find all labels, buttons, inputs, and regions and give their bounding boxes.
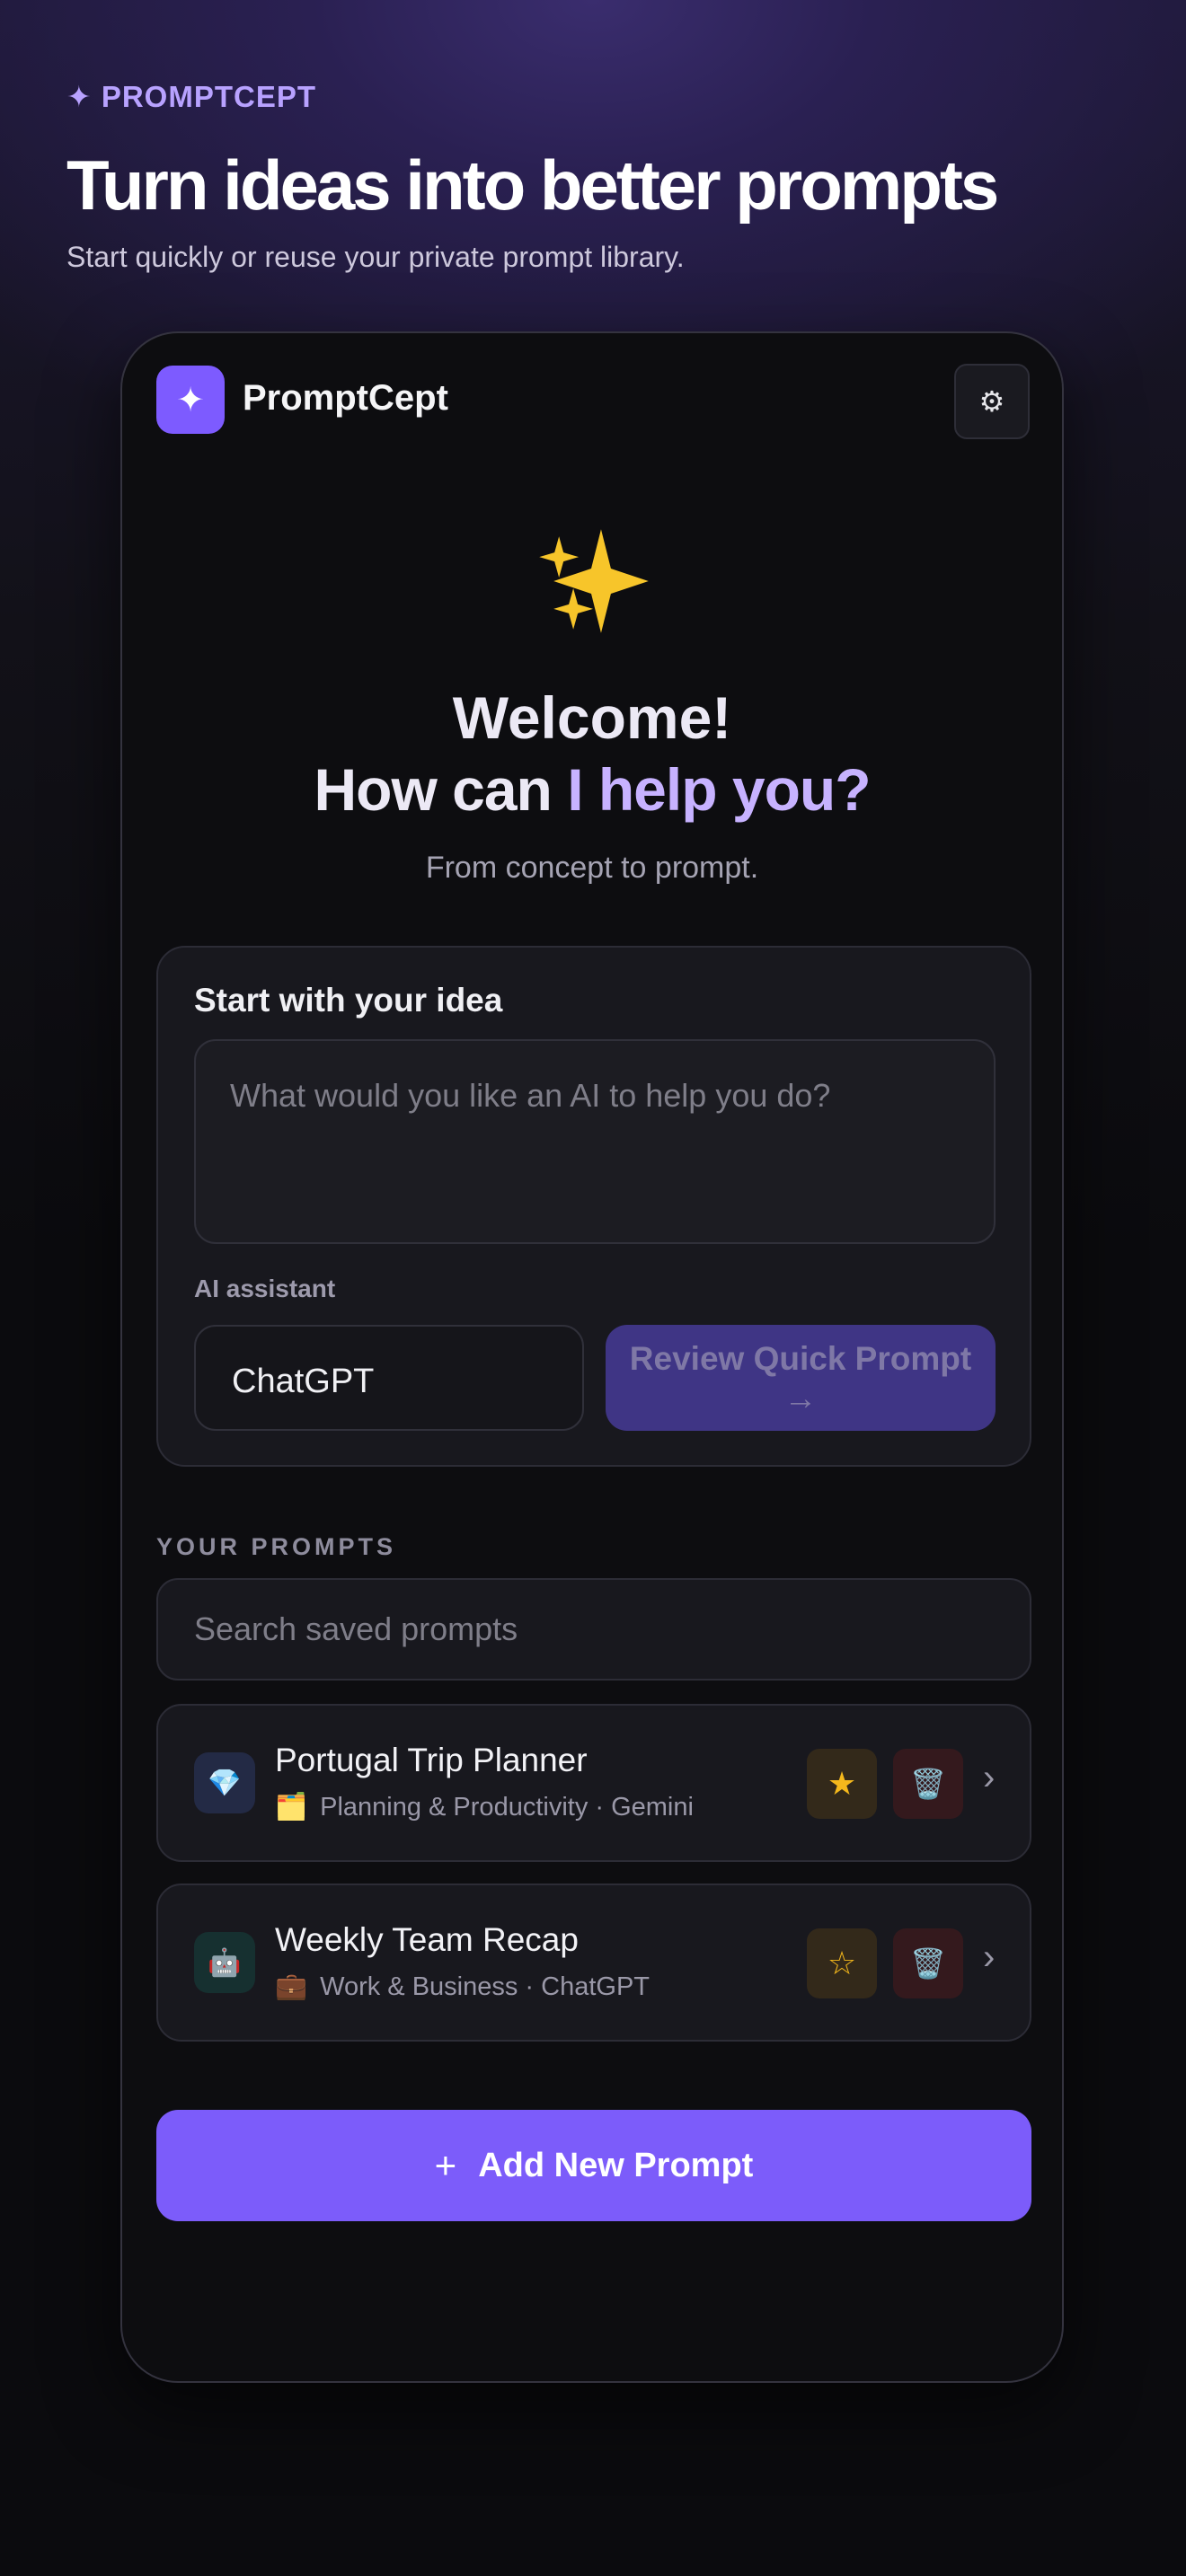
folder-icon: 🗂️ bbox=[275, 1793, 308, 1822]
chevron-right-icon: › bbox=[983, 1758, 996, 1797]
trash-icon: 🗑️ bbox=[910, 1947, 946, 1980]
add-new-prompt-label: Add New Prompt bbox=[478, 2146, 754, 2184]
settings-button[interactable]: ⚙ bbox=[954, 364, 1030, 439]
briefcase-icon: 💼 bbox=[275, 1972, 308, 2001]
review-quick-prompt-button[interactable]: Review Quick Prompt → bbox=[606, 1325, 996, 1431]
robot-icon: 🤖 bbox=[194, 1932, 255, 1993]
arrow-right-icon: → bbox=[783, 1380, 818, 1416]
ai-assistant-label: AI assistant bbox=[194, 1275, 336, 1302]
add-new-prompt-button[interactable]: + Add New Prompt bbox=[156, 2110, 1031, 2221]
hero-subtitle: Start quickly or reuse your private prom… bbox=[66, 241, 685, 273]
star-filled-icon: ★ bbox=[827, 1765, 857, 1802]
review-button-label: Review Quick Prompt bbox=[629, 1340, 972, 1377]
help-heading: How can I help you? bbox=[122, 755, 1062, 824]
prompt-card[interactable]: 💎 Portugal Trip Planner 🗂️ Planning & Pro… bbox=[156, 1704, 1031, 1862]
app-name: PromptCept bbox=[243, 378, 448, 418]
help-heading-prefix: How can bbox=[314, 756, 568, 823]
app-frame: ✦ PromptCept ⚙ Welcome! How can I help y… bbox=[120, 331, 1064, 2383]
chevron-right-icon: › bbox=[983, 1937, 996, 1977]
app-logo-icon: ✦ bbox=[156, 366, 225, 434]
prompt-title: Weekly Team Recap bbox=[275, 1921, 579, 1958]
idea-card-title: Start with your idea bbox=[194, 982, 503, 1019]
favorite-button[interactable]: ★ bbox=[807, 1749, 877, 1819]
delete-button[interactable]: 🗑️ bbox=[893, 1749, 963, 1819]
trash-icon: 🗑️ bbox=[910, 1768, 946, 1800]
idea-card: Start with your idea What would you like… bbox=[156, 946, 1031, 1467]
prompt-meta: 💼 Work & Business · ChatGPT bbox=[275, 1972, 650, 2002]
favorite-button[interactable]: ☆ bbox=[807, 1928, 877, 1998]
brand-label: ✦ PROMPTCEPT bbox=[66, 80, 316, 113]
star-outline-icon: ☆ bbox=[827, 1945, 857, 1981]
plus-icon: + bbox=[434, 2144, 457, 2186]
gear-icon: ⚙ bbox=[978, 385, 1005, 418]
hero-title: Turn ideas into better prompts bbox=[66, 146, 999, 225]
prompt-card[interactable]: 🤖 Weekly Team Recap 💼 Work & Business · C… bbox=[156, 1883, 1031, 2042]
prompt-title: Portugal Trip Planner bbox=[275, 1742, 588, 1778]
idea-input[interactable]: What would you like an AI to help you do… bbox=[194, 1039, 996, 1244]
prompt-meta: 🗂️ Planning & Productivity · Gemini bbox=[275, 1792, 694, 1822]
prompt-meta-text: Work & Business · ChatGPT bbox=[320, 1972, 651, 2001]
prompt-meta-text: Planning & Productivity · Gemini bbox=[320, 1793, 694, 1822]
gem-icon: 💎 bbox=[194, 1752, 255, 1813]
delete-button[interactable]: 🗑️ bbox=[893, 1928, 963, 1998]
tagline: From concept to prompt. bbox=[425, 851, 759, 885]
help-heading-accent: I help you? bbox=[567, 756, 871, 823]
search-input[interactable]: Search saved prompts bbox=[156, 1578, 1031, 1681]
ai-assistant-select[interactable]: ChatGPT bbox=[194, 1325, 584, 1431]
your-prompts-label: YOUR PROMPTS bbox=[156, 1533, 397, 1560]
welcome-heading: Welcome! bbox=[452, 684, 732, 751]
sparkles-icon bbox=[539, 529, 649, 633]
